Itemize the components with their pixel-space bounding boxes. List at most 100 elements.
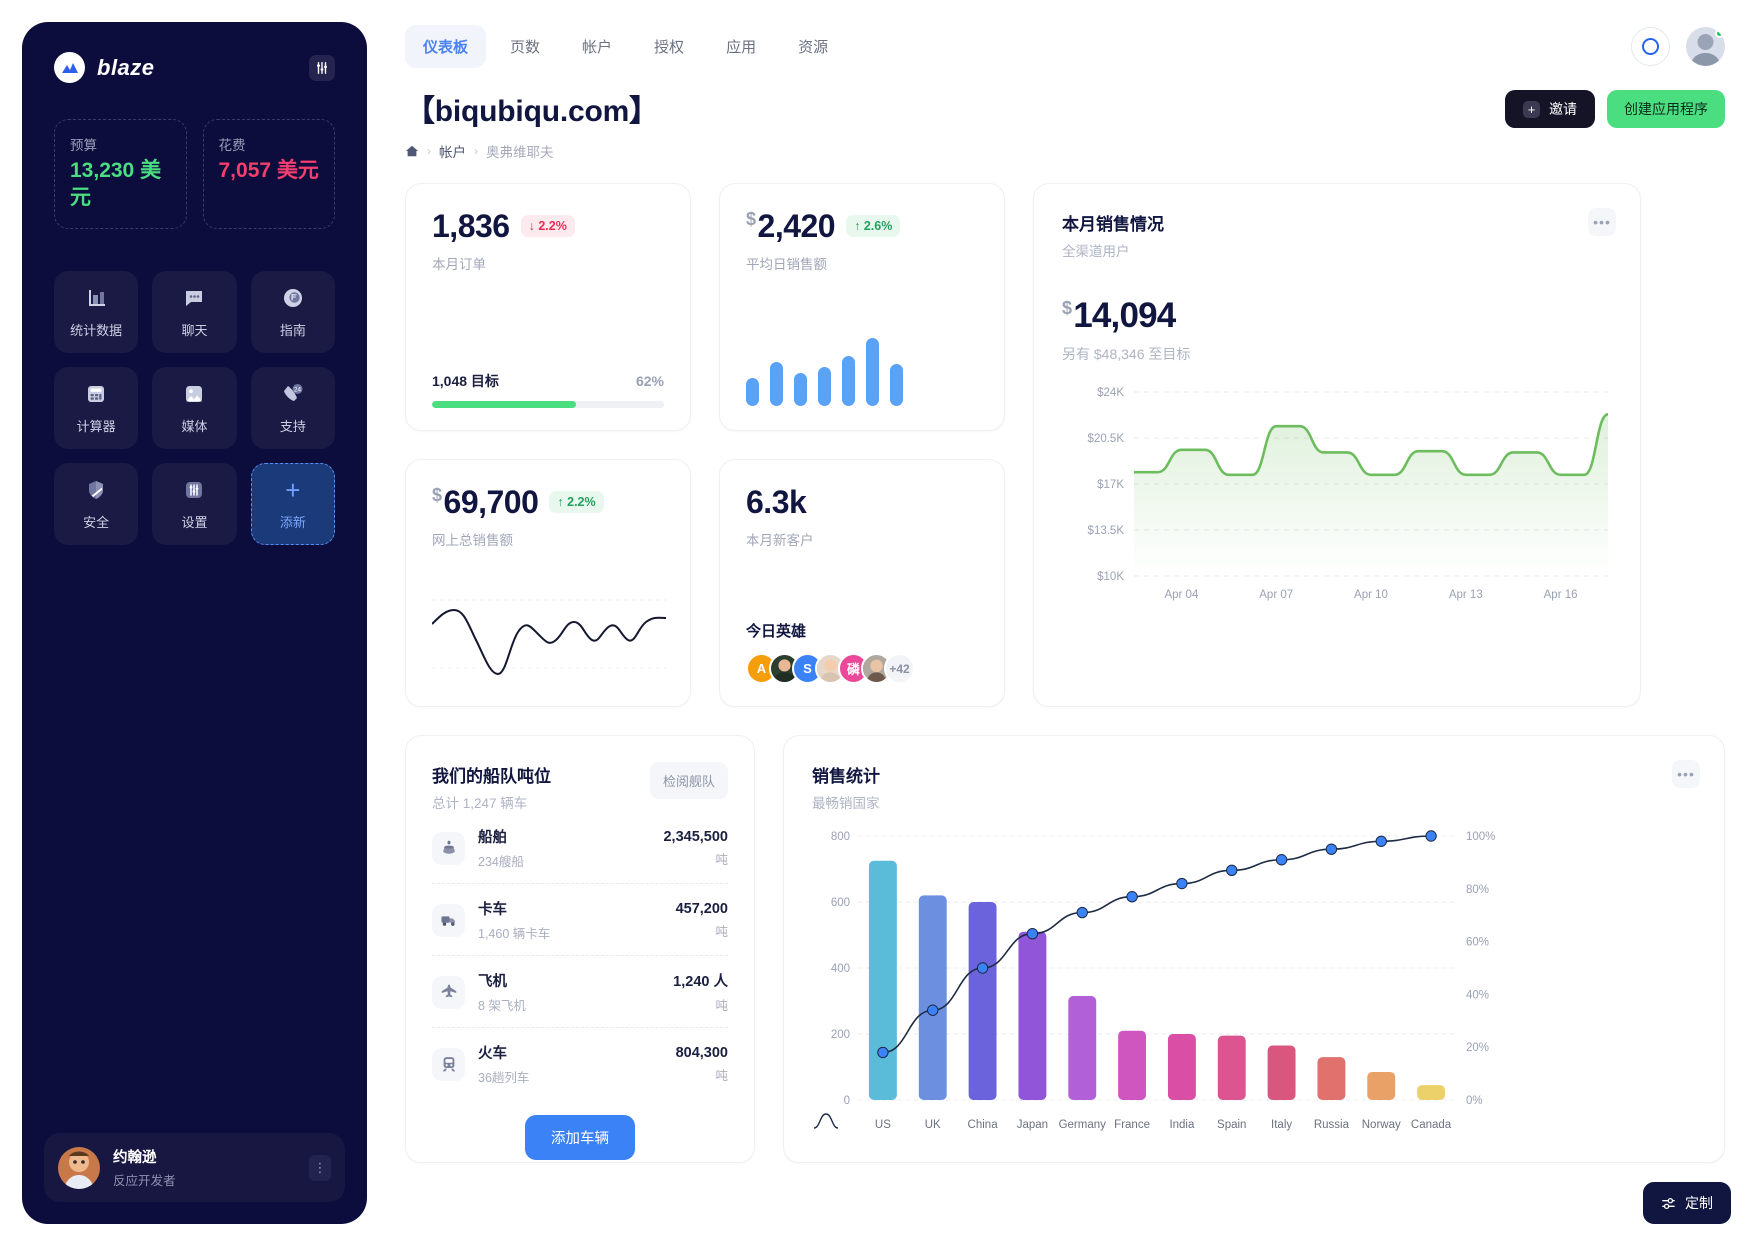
svg-text:60%: 60% bbox=[1466, 937, 1489, 949]
online-sales-card: $69,700 ↑ 2.2% 网上总销售额 bbox=[405, 459, 691, 707]
tab-pages[interactable]: 页数 bbox=[492, 25, 558, 68]
tab-resources[interactable]: 资源 bbox=[780, 25, 846, 68]
kebab-icon[interactable]: ⋮ bbox=[309, 1154, 331, 1181]
bar bbox=[794, 373, 807, 406]
breadcrumb: › 帐户 › 奥弗维耶夫 bbox=[405, 141, 659, 161]
sidebar-user-card[interactable]: 约翰逊 反应开发者 ⋮ bbox=[44, 1133, 345, 1202]
orders-value: 1,836 bbox=[432, 208, 510, 244]
breadcrumb-item-account[interactable]: 帐户 bbox=[439, 141, 466, 161]
fleet-list: 船舶 234艘船 2,345,500 吨 卡车 1,460 辆卡车 457,20… bbox=[432, 812, 728, 1099]
online-delta: 2.2% bbox=[567, 495, 596, 509]
heroes-avatars: A S 磷 +42 bbox=[746, 653, 978, 684]
sliders-icon[interactable] bbox=[309, 54, 335, 81]
page-header: 【biqubiqu.com】 › 帐户 › 奥弗维耶夫 + 邀请 创建应用程序 bbox=[405, 86, 1725, 161]
spend-label: 花费 bbox=[218, 138, 246, 153]
orders-goal-label: 1,048 目标 bbox=[432, 373, 499, 389]
orders-delta: 2.2% bbox=[538, 219, 567, 233]
avg-value: $2,420 bbox=[746, 208, 836, 244]
fleet-row[interactable]: 火车 36趟列车 804,300 吨 bbox=[432, 1028, 728, 1099]
tab-authorization[interactable]: 授权 bbox=[636, 25, 702, 68]
invite-button[interactable]: + 邀请 bbox=[1505, 90, 1595, 128]
svg-text:UK: UK bbox=[925, 1119, 941, 1131]
svg-text:600: 600 bbox=[831, 897, 850, 909]
sidebar-item-label: 媒体 bbox=[181, 418, 208, 434]
sidebar-item-label: 指南 bbox=[279, 322, 306, 338]
brand[interactable]: blaze bbox=[54, 52, 155, 83]
svg-text:100%: 100% bbox=[1466, 831, 1495, 843]
svg-text:Apr 07: Apr 07 bbox=[1259, 589, 1293, 601]
sales-stats-card: ••• 销售统计 最畅销国家 0 200 400 600 800 0% 20% 40% 60% 8… bbox=[783, 735, 1725, 1163]
fleet-row-value: 2,345,500 bbox=[663, 828, 728, 845]
avg-amount: 2,420 bbox=[757, 208, 836, 244]
budget-card[interactable]: 预算 13,230 美元 bbox=[54, 119, 187, 229]
fleet-row[interactable]: 飞机 8 架飞机 1,240 人 吨 bbox=[432, 956, 728, 1028]
fleet-row[interactable]: 船舶 234艘船 2,345,500 吨 bbox=[432, 812, 728, 884]
svg-text:20%: 20% bbox=[1466, 1042, 1489, 1054]
bar bbox=[746, 377, 759, 406]
avatar-icon[interactable] bbox=[1686, 26, 1725, 66]
avg-label: 平均日销售额 bbox=[746, 257, 827, 272]
sidebar-item-calculator[interactable]: 计算器 bbox=[54, 366, 139, 449]
user-role: 反应开发者 bbox=[113, 1174, 176, 1188]
spend-card[interactable]: 花费 7,057 美元 bbox=[202, 119, 335, 229]
sidebar-item-guide[interactable]: 指南 bbox=[250, 270, 335, 353]
new-customers-value: 6.3k bbox=[746, 484, 807, 520]
bar bbox=[818, 367, 831, 406]
plus-icon: + bbox=[285, 474, 301, 505]
bar bbox=[866, 338, 879, 406]
heroes-more-count[interactable]: +42 bbox=[884, 653, 915, 684]
sidebar-item-add[interactable]: + 添新 bbox=[250, 462, 335, 545]
sidebar-item-support[interactable]: 24 支持 bbox=[250, 366, 335, 449]
sidebar-item-stats[interactable]: 统计数据 bbox=[54, 270, 139, 353]
svg-text:Apr 13: Apr 13 bbox=[1449, 589, 1483, 601]
tab-apps[interactable]: 应用 bbox=[708, 25, 774, 68]
fleet-row-value: 457,200 bbox=[675, 900, 728, 917]
sidebar: blaze 预算 13,230 美元 花费 7,057 美元 统计数据 聊天 指… bbox=[22, 22, 367, 1224]
fleet-row-name: 卡车 bbox=[478, 902, 507, 918]
sidebar-item-label: 聊天 bbox=[181, 322, 208, 338]
svg-text:Spain: Spain bbox=[1217, 1119, 1246, 1131]
fleet-row-sub: 36趟列车 bbox=[478, 1071, 530, 1085]
monthly-sales-value: $14,094 bbox=[1062, 296, 1612, 336]
sidebar-item-chat[interactable]: 聊天 bbox=[152, 270, 237, 353]
sidebar-item-label: 安全 bbox=[83, 514, 110, 530]
monthly-sales-amount: 14,094 bbox=[1073, 296, 1176, 335]
online-value-row: $69,700 ↑ 2.2% bbox=[432, 486, 664, 518]
sidebar-item-settings[interactable]: 设置 bbox=[152, 462, 237, 545]
online-delta-badge: ↑ 2.2% bbox=[549, 491, 604, 513]
mini-cards-col-b: $2,420 ↑ 2.6% 平均日销售额 6.3k 本月新客户 今日英雄 A S… bbox=[719, 183, 1005, 707]
orders-progress-track bbox=[432, 401, 664, 408]
review-fleet-button[interactable]: 检阅舰队 bbox=[649, 762, 728, 799]
fleet-row-value: 804,300 bbox=[675, 1044, 728, 1061]
cards-row-2: 我们的船队吨位 总计 1,247 辆车 检阅舰队 船舶 234艘船 2,345,… bbox=[405, 735, 1725, 1163]
orders-goal-row: 1,048 目标 62% bbox=[432, 371, 664, 391]
avg-delta: 2.6% bbox=[863, 219, 893, 233]
sidebar-item-label: 设置 bbox=[181, 514, 208, 530]
nav-tabs: 仪表板 页数 帐户 授权 应用 资源 bbox=[405, 24, 846, 68]
breadcrumb-item-current: 奥弗维耶夫 bbox=[486, 145, 554, 160]
add-vehicle-button[interactable]: 添加车辆 bbox=[525, 1115, 635, 1160]
sidebar-item-security[interactable]: 安全 bbox=[54, 462, 139, 545]
online-value: $69,700 bbox=[432, 486, 539, 518]
fleet-row[interactable]: 卡车 1,460 辆卡车 457,200 吨 bbox=[432, 884, 728, 956]
create-app-button[interactable]: 创建应用程序 bbox=[1607, 90, 1725, 128]
spinner-icon[interactable] bbox=[1631, 26, 1670, 66]
fleet-card: 我们的船队吨位 总计 1,247 辆车 检阅舰队 船舶 234艘船 2,345,… bbox=[405, 735, 755, 1163]
fleet-row-unit: 吨 bbox=[715, 999, 728, 1013]
tab-accounts[interactable]: 帐户 bbox=[564, 25, 630, 68]
sidebar-item-media[interactable]: 媒体 bbox=[152, 366, 237, 449]
home-icon[interactable] bbox=[405, 144, 419, 158]
customize-button[interactable]: 定制 bbox=[1643, 1182, 1731, 1224]
svg-text:40%: 40% bbox=[1466, 989, 1489, 1001]
svg-text:France: France bbox=[1114, 1119, 1150, 1131]
fleet-row-sub: 8 架飞机 bbox=[478, 999, 526, 1013]
fleet-row-name: 飞机 bbox=[478, 974, 507, 990]
svg-text:Norway: Norway bbox=[1362, 1119, 1401, 1131]
dots-icon[interactable]: ••• bbox=[1672, 760, 1700, 788]
mini-cards-col-a: 1,836 ↓ 2.2% 本月订单 1,048 目标 62% $69,700 ↑… bbox=[405, 183, 691, 707]
plane-icon bbox=[432, 975, 465, 1009]
dots-icon[interactable]: ••• bbox=[1588, 208, 1616, 236]
tab-dashboard[interactable]: 仪表板 bbox=[405, 24, 487, 68]
customize-label: 定制 bbox=[1685, 1195, 1713, 1211]
monthly-sales-title: 本月销售情况 bbox=[1062, 215, 1164, 234]
